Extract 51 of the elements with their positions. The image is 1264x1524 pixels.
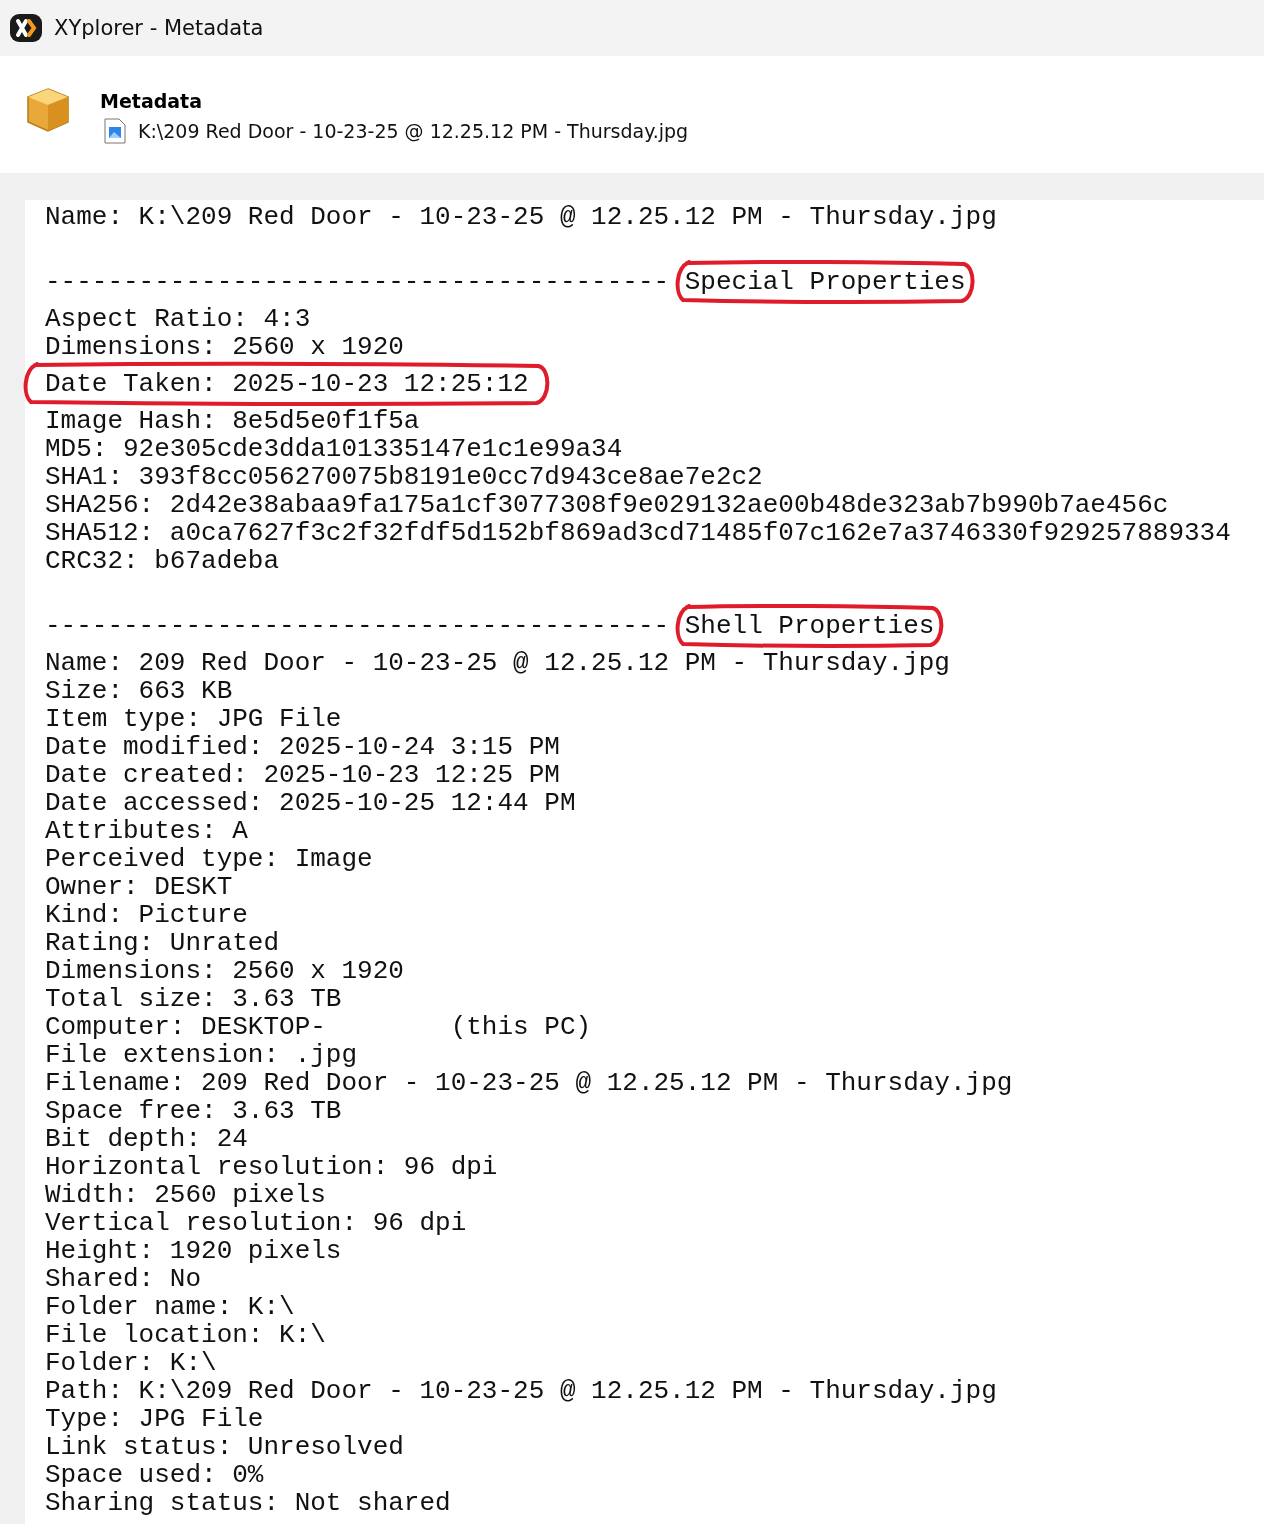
metadata-line: Aspect Ratio: 4:3 xyxy=(45,305,311,333)
metadata-line: Computer: DESKTOP- (this PC) xyxy=(45,1013,592,1041)
metadata-line: CRC32: b67adeba xyxy=(45,547,280,575)
window-title: XYplorer - Metadata xyxy=(54,16,264,40)
metadata-line: Kind: Picture xyxy=(45,901,248,929)
metadata-line: Image Hash: 8e5d5e0f1f5a xyxy=(45,407,420,435)
metadata-line: Rating: Unrated xyxy=(45,929,280,957)
metadata-line: Vertical resolution: 96 dpi xyxy=(45,1209,467,1237)
section-title: Shell Properties xyxy=(684,611,935,641)
file-path: K:\209 Red Door - 10-23-25 @ 12.25.12 PM - Thursday.jpg xyxy=(138,120,689,142)
metadata-line: Name: 209 Red Door - 10-23-25 @ 12.25.12 PM - Thursday.jpg xyxy=(45,649,950,677)
metadata-line: Space used: 0% xyxy=(45,1461,264,1489)
metadata-line: MD5: 92e305cde3dda101335147e1c1e99a34 xyxy=(45,435,623,463)
metadata-line: Shared: No xyxy=(45,1265,202,1293)
metadata-line: Perceived type: Image xyxy=(45,845,373,873)
metadata-line: Type: JPG File xyxy=(45,1405,264,1433)
metadata-line: Size: 663 KB xyxy=(45,677,233,705)
metadata-line: Bit depth: 24 xyxy=(45,1125,248,1153)
metadata-line: SHA256: 2d42e38abaa9fa175a1cf3077308f9e029132ae00b48de323ab7b990b7ae456c xyxy=(45,491,1169,519)
metadata-line: Dimensions: 2560 x 1920 xyxy=(45,957,404,985)
cube-icon xyxy=(25,86,71,134)
metadata-line: Sharing status: Not shared xyxy=(45,1489,451,1517)
metadata-line: Date Taken: 2025-10-23 12:25:12 xyxy=(45,369,529,399)
metadata-line: Name: K:\209 Red Door - 10-23-25 @ 12.25.12 PM - Thursday.jpg xyxy=(45,203,997,231)
metadata-line: Folder name: K:\ xyxy=(45,1293,295,1321)
metadata-line: Folder: K:\ xyxy=(45,1349,217,1377)
separator-line: ---------------------------------------- xyxy=(45,268,670,296)
metadata-line: Date modified: 2025-10-24 3:15 PM xyxy=(45,733,560,761)
metadata-line: Date created: 2025-10-23 12:25 PM xyxy=(45,761,560,789)
metadata-line: SHA512: a0ca7627f3c2f32fdf5d152bf869ad3cd71485f07c162e7a3746330f929257889334 xyxy=(45,519,1231,547)
metadata-line: Date accessed: 2025-10-25 12:44 PM xyxy=(45,789,576,817)
section-title: Special Properties xyxy=(684,267,966,297)
metadata-line: Link status: Unresolved xyxy=(45,1433,404,1461)
metadata-line: Filename: 209 Red Door - 10-23-25 @ 12.25.12 PM - Thursday.jpg xyxy=(45,1069,1013,1097)
metadata-line: SHA1: 393f8cc056270075b8191e0cc7d943ce8ae7e2c2 xyxy=(45,463,763,491)
metadata-line: Attributes: A xyxy=(45,817,248,845)
metadata-line: Total size: 3.63 TB xyxy=(45,985,342,1013)
metadata-line: Dimensions: 2560 x 1920 xyxy=(45,333,404,361)
metadata-line: Item type: JPG File xyxy=(45,705,342,733)
metadata-line: Path: K:\209 Red Door - 10-23-25 @ 12.25.12 PM - Thursday.jpg xyxy=(45,1377,997,1405)
metadata-line: Owner: DESKT xyxy=(45,873,233,901)
metadata-line: Width: 2560 pixels xyxy=(45,1181,326,1209)
metadata-line: File location: K:\ xyxy=(45,1321,326,1349)
app-logo-icon xyxy=(10,14,42,42)
image-file-icon xyxy=(104,118,126,144)
metadata-line: Height: 1920 pixels xyxy=(45,1237,342,1265)
separator-line: ---------------------------------------- xyxy=(45,612,670,640)
panel-heading: Metadata xyxy=(100,90,204,112)
metadata-line: Space free: 3.63 TB xyxy=(45,1097,342,1125)
metadata-line: File extension: .jpg xyxy=(45,1041,358,1069)
metadata-line: Horizontal resolution: 96 dpi xyxy=(45,1153,498,1181)
